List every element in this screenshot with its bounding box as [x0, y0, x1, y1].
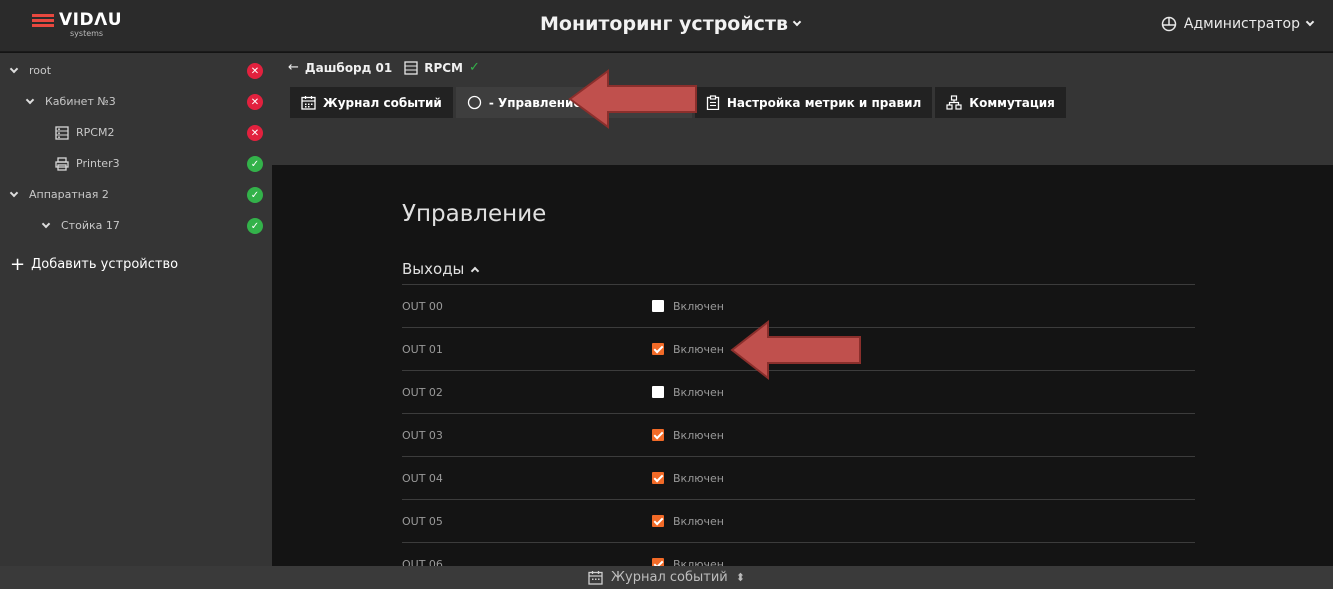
output-name: OUT 03: [402, 428, 443, 442]
output-row: OUT 04 Включен: [402, 456, 1195, 499]
outputs-section-toggle[interactable]: Выходы: [402, 260, 480, 278]
checkbox[interactable]: [652, 558, 664, 566]
network-icon: [946, 95, 962, 110]
error-status-icon: ✕: [247, 94, 263, 110]
calendar-icon: [588, 571, 603, 585]
tree-item-cabinet[interactable]: Кабинет №3 ✕: [0, 86, 272, 117]
checkbox[interactable]: [652, 343, 664, 355]
output-toggle[interactable]: Включен: [652, 300, 724, 313]
checkbox[interactable]: [652, 429, 664, 441]
page-title: Управление: [402, 201, 547, 227]
helmet-icon: [1161, 16, 1177, 32]
circle-icon: [467, 95, 481, 110]
checkbox-label: Включен: [673, 342, 724, 356]
checkbox-label: Включен: [673, 514, 724, 528]
calendar-icon: [301, 96, 316, 110]
back-arrow-icon[interactable]: ←: [288, 60, 299, 75]
server-icon: [404, 60, 418, 75]
output-toggle[interactable]: Включен: [652, 515, 724, 528]
tab-metrics-settings[interactable]: Настройка метрик и правил: [694, 87, 933, 118]
tree-item-label: Printer3: [76, 157, 120, 170]
footer-label: Журнал событий: [611, 570, 728, 585]
chevron-down-icon: [9, 64, 19, 73]
checkbox[interactable]: [652, 472, 664, 484]
user-name: Администратор: [1183, 16, 1300, 32]
output-name: OUT 00: [402, 299, 443, 313]
app-title-dropdown[interactable]: Мониторинг устройств: [540, 13, 802, 35]
event-log-drawer-toggle[interactable]: Журнал событий ⬍: [0, 566, 1333, 589]
checkbox[interactable]: [652, 515, 664, 527]
checkbox[interactable]: [652, 300, 664, 312]
output-name: OUT 01: [402, 342, 443, 356]
tree-item-root[interactable]: root ✕: [0, 55, 272, 86]
output-row: OUT 06 Включен: [402, 542, 1195, 566]
app-title: Мониторинг устройств: [540, 13, 788, 35]
tree-item-label: Стойка 17: [61, 219, 120, 232]
top-bar: VIDΛU systems Мониторинг устройств Админ…: [0, 0, 1333, 52]
output-row: OUT 03 Включен: [402, 413, 1195, 456]
printer-icon: [55, 156, 69, 171]
device-tree-sidebar: root ✕ Кабинет №3 ✕ RPCM2 ✕ Printer3 ✓ А…: [0, 53, 272, 566]
breadcrumb: ← Дашборд 01 RPCM ✓: [288, 60, 480, 75]
checkbox-label: Включен: [673, 557, 724, 567]
tree-item-label: RPCM2: [76, 126, 115, 139]
tree-item-label: Кабинет №3: [45, 95, 116, 108]
breadcrumb-dashboard-link[interactable]: Дашборд 01: [305, 61, 392, 75]
annotation-arrow-icon: [730, 319, 861, 381]
output-row: OUT 05 Включен: [402, 499, 1195, 542]
tree-item-label: root: [29, 64, 52, 77]
section-title: Выходы: [402, 260, 465, 278]
chevron-down-icon: [1305, 17, 1315, 27]
ok-status-icon: ✓: [247, 218, 263, 234]
chevron-up-icon: [471, 266, 480, 276]
brand-name: VIDΛU: [59, 10, 123, 30]
breadcrumb-device: RPCM: [424, 60, 464, 75]
logo-mark-icon: [32, 14, 54, 28]
chevron-down-icon: [41, 219, 51, 228]
annotation-arrow-icon: [568, 69, 697, 129]
brand-sub: systems: [70, 29, 104, 38]
chevron-down-icon: [792, 17, 802, 27]
chevron-down-icon: [9, 188, 19, 197]
tab-switching[interactable]: Коммутация: [935, 87, 1066, 118]
tree-item-rack17[interactable]: Стойка 17 ✓: [0, 210, 272, 241]
ok-status-icon: ✓: [247, 187, 263, 203]
output-name: OUT 04: [402, 471, 443, 485]
checkbox-label: Включен: [673, 428, 724, 442]
output-toggle[interactable]: Включен: [652, 343, 724, 356]
output-toggle[interactable]: Включен: [652, 429, 724, 442]
tree-item-printer3[interactable]: Printer3 ✓: [0, 148, 272, 179]
tab-label: Журнал событий: [323, 95, 442, 110]
clipboard-icon: [706, 95, 719, 110]
user-menu[interactable]: Администратор: [1161, 16, 1315, 32]
output-toggle[interactable]: Включен: [652, 386, 724, 399]
output-name: OUT 05: [402, 514, 443, 528]
add-device-button[interactable]: + Добавить устройство: [10, 253, 179, 275]
tree-item-hardware-room[interactable]: Аппаратная 2 ✓: [0, 179, 272, 210]
tab-event-log[interactable]: Журнал событий: [290, 87, 453, 118]
output-toggle[interactable]: Включен: [652, 472, 724, 485]
tree-item-rpcm2[interactable]: RPCM2 ✕: [0, 117, 272, 148]
output-name: OUT 06: [402, 557, 443, 567]
ok-check-icon: ✓: [469, 60, 480, 75]
checkbox[interactable]: [652, 386, 664, 398]
output-name: OUT 02: [402, 385, 443, 399]
output-toggle[interactable]: Включен: [652, 557, 724, 567]
plus-icon: +: [10, 253, 26, 275]
brand-logo[interactable]: VIDΛU systems: [22, 10, 132, 40]
tree-item-label: Аппаратная 2: [29, 188, 109, 201]
tab-label: Настройка метрик и правил: [726, 95, 922, 110]
tab-label: Коммутация: [969, 95, 1055, 110]
chevron-down-icon: [25, 95, 35, 104]
error-status-icon: ✕: [247, 125, 263, 141]
add-device-label: Добавить устройство: [31, 257, 179, 272]
error-status-icon: ✕: [247, 63, 263, 79]
ok-status-icon: ✓: [247, 156, 263, 172]
checkbox-label: Включен: [673, 471, 724, 485]
server-icon: [55, 125, 69, 140]
checkbox-label: Включен: [673, 299, 724, 313]
expand-collapse-icon: ⬍: [735, 571, 745, 584]
checkbox-label: Включен: [673, 385, 724, 399]
